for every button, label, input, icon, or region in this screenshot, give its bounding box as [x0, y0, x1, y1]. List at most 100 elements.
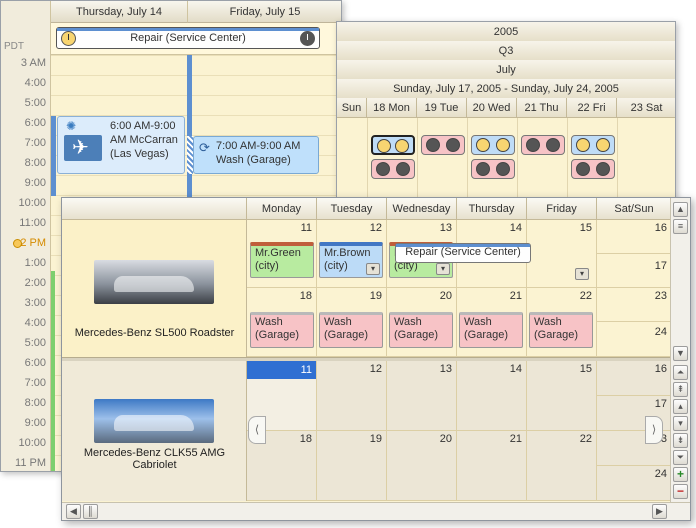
resource-header-corner [62, 198, 247, 220]
appointment[interactable]: Wash (Garage) [389, 312, 453, 348]
time-slot[interactable] [51, 175, 341, 195]
day-cell[interactable]: 19 [317, 431, 387, 501]
date-label: 19 [369, 290, 382, 302]
week-appointment[interactable] [371, 159, 415, 179]
time-slot[interactable] [51, 55, 341, 75]
scroll-left-icon[interactable]: ◀ [66, 504, 81, 519]
week-day-header[interactable]: 18 Mon [367, 98, 417, 118]
horizontal-scrollbar[interactable]: ◀ ║ ▶ [62, 502, 690, 520]
appointment[interactable]: Mr.Green (city) [250, 242, 314, 278]
week-appointment[interactable] [421, 135, 465, 155]
week-appointment[interactable] [521, 135, 565, 155]
week-appointment[interactable] [471, 135, 515, 155]
appointment-repair[interactable]: Repair (Service Center) [395, 243, 531, 263]
busy-status-bar [51, 116, 56, 196]
quarter-band[interactable]: Q3 [337, 41, 675, 61]
day-cell[interactable]: 16 [597, 220, 672, 254]
all-day-area[interactable]: Repair (Service Center) [51, 23, 341, 55]
week-day-header[interactable]: 19 Tue [417, 98, 467, 118]
day-cell[interactable]: 17 [597, 254, 672, 288]
day-column-header[interactable]: Friday [527, 198, 597, 220]
next-resource-icon[interactable]: ▾ [673, 416, 688, 431]
day-cell[interactable]: 23 [597, 288, 672, 322]
scroll-thumb[interactable]: ≡ [673, 219, 688, 234]
day-cell[interactable]: 20 [387, 431, 457, 501]
date-label: 18 [299, 290, 312, 302]
appointment[interactable]: Wash (Garage) [529, 312, 593, 348]
date-label: 23 [654, 290, 667, 302]
week-appointment[interactable] [471, 159, 515, 179]
appointment[interactable]: Wash (Garage) [319, 312, 383, 348]
all-day-appointment[interactable]: Repair (Service Center) [56, 27, 320, 49]
appointment[interactable]: Wash (Garage) [459, 312, 523, 348]
car-photo [94, 260, 214, 304]
resource-name: Mercedes-Benz SL500 Roadster [74, 327, 235, 339]
hour-label: 2:00 [24, 277, 46, 289]
prev-appointment-button[interactable]: ⟨ [248, 416, 266, 444]
prev-page-icon[interactable]: ⇞ [673, 382, 688, 397]
date-label: 14 [509, 363, 522, 375]
week-day-header[interactable]: 22 Fri [567, 98, 617, 118]
day-column-header[interactable]: Wednesday [387, 198, 457, 220]
day-cell[interactable]: 14 [457, 361, 527, 431]
clock-icon [526, 138, 540, 152]
appointment-wash[interactable]: ⟳ 7:00 AM-9:00 AM Wash (Garage) [193, 136, 319, 174]
week-appointment[interactable] [571, 135, 615, 155]
week-day-header[interactable]: Sun [337, 98, 367, 118]
day-column-header[interactable]: Thursday, July 14 [51, 1, 188, 23]
date-label: 13 [439, 363, 452, 375]
day-cell[interactable]: 13 [387, 361, 457, 431]
day-cell[interactable]: 21 [457, 431, 527, 501]
scroll-up-icon[interactable]: ▲ [673, 202, 688, 217]
more-chevron-icon[interactable]: ▾ [436, 263, 450, 275]
appointment-subject: Mr.Green (city) [255, 247, 301, 272]
time-slot[interactable] [51, 75, 341, 95]
last-resource-icon[interactable]: ⏷ [673, 450, 688, 465]
appointment-flight[interactable]: ✺ 6:00 AM-9:00 AM McCarran (Las Vegas) [57, 116, 185, 174]
week-day-header[interactable]: 20 Wed [467, 98, 517, 118]
day-cell[interactable]: 22 [527, 431, 597, 501]
week-range[interactable]: Sunday, July 17, 2005 - Sunday, July 24,… [337, 79, 675, 99]
add-resource-icon[interactable]: + [673, 467, 688, 482]
day-cell[interactable]: 15 [527, 361, 597, 431]
day-column-header[interactable]: Sat/Sun [597, 198, 672, 220]
airplane-icon [64, 135, 102, 161]
scroll-right-icon[interactable]: ▶ [652, 504, 667, 519]
date-label: 17 [654, 398, 667, 410]
day-column-header[interactable]: Tuesday [317, 198, 387, 220]
week-day-header[interactable]: 23 Sat [617, 98, 675, 118]
resource-header[interactable]: Mercedes-Benz SL500 Roadster [62, 220, 247, 357]
day-cell[interactable]: 24 [597, 322, 672, 357]
day-column-header[interactable]: Thursday [457, 198, 527, 220]
scroll-thumb[interactable]: ║ [83, 504, 98, 519]
date-label: 17 [654, 260, 667, 272]
next-page-icon[interactable]: ⇟ [673, 433, 688, 448]
resource-navigator[interactable]: ⏶ ⇞ ▴ ▾ ⇟ ⏷ + − [670, 361, 690, 504]
week-appointment[interactable] [371, 135, 415, 155]
day-cell[interactable]: 12 [317, 361, 387, 431]
first-resource-icon[interactable]: ⏶ [673, 365, 688, 380]
time-slot[interactable] [51, 95, 341, 115]
next-appointment-button[interactable]: ⟩ [645, 416, 663, 444]
appointment[interactable]: Wash (Garage) [250, 312, 314, 348]
more-chevron-icon[interactable]: ▾ [575, 268, 589, 280]
hour-label: 8:00 [24, 157, 46, 169]
scroll-down-icon[interactable]: ▼ [673, 346, 688, 361]
appointment-subject: Wash (Garage) [255, 316, 300, 341]
day-cell[interactable]: 16 [597, 361, 672, 396]
clock-icon [576, 138, 590, 152]
appointment[interactable]: Mr.Brown (city) ▾ [319, 242, 383, 278]
week-day-header[interactable]: 21 Thu [517, 98, 567, 118]
prev-resource-icon[interactable]: ▴ [673, 399, 688, 414]
day-column-header[interactable]: Monday [247, 198, 317, 220]
day-cell[interactable]: 24 [597, 466, 672, 501]
week-appointment[interactable] [571, 159, 615, 179]
vertical-scrollbar[interactable]: ▲ ≡ ▼ [670, 198, 690, 361]
year-band[interactable]: 2005 [337, 22, 675, 42]
month-band[interactable]: July [337, 60, 675, 80]
more-chevron-icon[interactable]: ▾ [366, 263, 380, 275]
resource-header[interactable]: Mercedes-Benz CLK55 AMG Cabriolet [62, 361, 247, 501]
day-column-header[interactable]: Friday, July 15 [188, 1, 341, 23]
hour-label: 3 AM [20, 57, 46, 69]
remove-resource-icon[interactable]: − [673, 484, 688, 499]
